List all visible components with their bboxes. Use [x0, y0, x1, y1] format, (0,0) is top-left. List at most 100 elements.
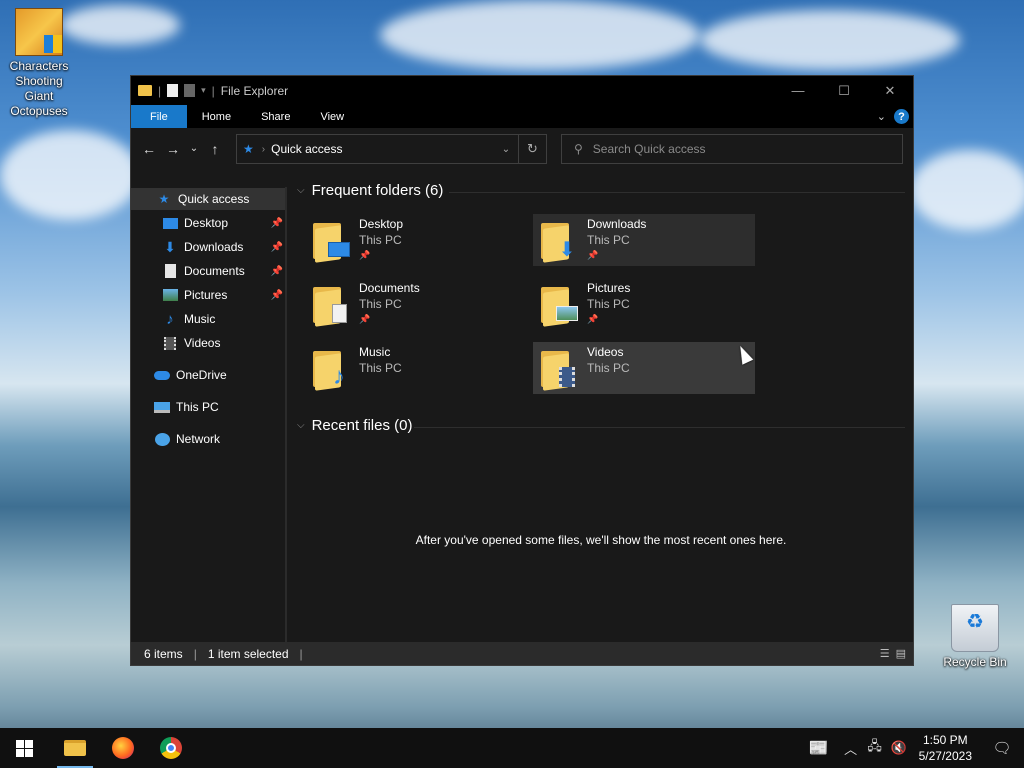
notifications-icon[interactable]: 🗨	[980, 739, 1024, 757]
recent-files-header[interactable]: ⌵ Recent files (0)	[297, 417, 412, 434]
expand-ribbon-icon[interactable]: ⌄	[877, 110, 886, 123]
properties-icon[interactable]	[167, 84, 179, 97]
sidebar-item-documents[interactable]: Documents 📌	[131, 260, 285, 282]
close-button[interactable]: ✕	[867, 76, 913, 105]
pin-icon[interactable]: 📌	[271, 242, 283, 253]
taskbar-firefox[interactable]	[99, 728, 147, 768]
sidebar-item-pictures[interactable]: Pictures 📌	[131, 284, 285, 306]
recent-locations-icon[interactable]: ⌄	[185, 143, 203, 154]
tab-share[interactable]: Share	[246, 105, 305, 128]
sidebar-item-onedrive[interactable]: OneDrive	[131, 364, 285, 386]
folder-icon	[541, 285, 579, 327]
frequent-folders-header[interactable]: ⌵ Frequent folders (6)	[297, 182, 443, 199]
folder-icon	[313, 221, 351, 263]
folder-tile-documents[interactable]: Documents This PC 📌	[305, 278, 527, 330]
refresh-icon[interactable]: ↻	[518, 135, 546, 163]
pin-icon[interactable]: 📌	[271, 290, 283, 301]
pin-icon[interactable]: 📌	[271, 218, 283, 229]
music-icon: ♪	[333, 363, 345, 390]
status-bar: 6 items | 1 item selected | ☰ ▤	[131, 642, 913, 665]
sidebar-item-downloads[interactable]: ⬇ Downloads 📌	[131, 236, 285, 258]
sidebar-item-quick-access[interactable]: ★ Quick access	[131, 188, 285, 210]
search-box[interactable]: ⚲	[561, 134, 903, 164]
sidebar-item-videos[interactable]: Videos	[131, 332, 285, 354]
clock[interactable]: 1:50 PM 5/27/2023	[911, 732, 980, 764]
document-icon	[327, 303, 351, 323]
sidebar-item-desktop[interactable]: Desktop 📌	[131, 212, 285, 234]
tab-home[interactable]: Home	[187, 105, 246, 128]
item-count: 6 items	[144, 646, 183, 661]
collapse-chevron-icon: ⌵	[297, 185, 305, 196]
sidebar-item-label: Music	[184, 312, 216, 326]
taskbar: 📰 ︿ 🖧 🔇 1:50 PM 5/27/2023 🗨	[0, 728, 1024, 768]
sidebar-item-music[interactable]: ♪ Music	[131, 308, 285, 330]
large-icons-view-icon[interactable]: ▤	[896, 647, 906, 660]
cloud	[700, 10, 960, 70]
sidebar-item-label: OneDrive	[176, 368, 227, 382]
help-icon[interactable]: ?	[894, 109, 909, 124]
cloud-icon	[154, 367, 170, 383]
folder-tile-videos[interactable]: Videos This PC	[533, 342, 755, 394]
news-icon[interactable]: 📰	[799, 738, 839, 758]
tab-view[interactable]: View	[305, 105, 359, 128]
up-button[interactable]: ↑	[203, 141, 227, 157]
sidebar-item-this-pc[interactable]: This PC	[131, 396, 285, 418]
pin-icon[interactable]: 📌	[271, 266, 283, 277]
forward-button[interactable]: →	[161, 141, 185, 157]
folder-location: This PC	[359, 297, 402, 311]
folder-name: Desktop	[359, 217, 404, 231]
separator: |	[193, 646, 197, 661]
address-dropdown-icon[interactable]: ⌄	[494, 144, 518, 155]
show-hidden-icons-chevron-icon[interactable]: ︿	[839, 739, 863, 758]
breadcrumb-chevron-icon: ›	[261, 143, 266, 155]
file-explorer-window: | ▾ | File Explorer — ☐ ✕ File Home Shar…	[130, 75, 914, 666]
section-divider	[414, 427, 905, 428]
back-button[interactable]: ←	[137, 141, 161, 157]
sidebar-item-network[interactable]: Network	[131, 428, 285, 450]
quick-access-toolbar: | ▾ |	[138, 84, 215, 98]
sidebar-item-label: Downloads	[184, 240, 244, 254]
taskbar-chrome[interactable]	[147, 728, 195, 768]
new-folder-icon[interactable]	[184, 84, 196, 97]
network-status-icon[interactable]: 🖧	[863, 737, 887, 759]
music-icon: ♪	[166, 310, 174, 328]
maximize-button[interactable]: ☐	[821, 76, 867, 105]
tab-file[interactable]: File	[131, 105, 187, 128]
selection-count: 1 item selected	[207, 646, 289, 661]
taskbar-file-explorer[interactable]	[51, 728, 99, 768]
recycle-bin-icon	[951, 604, 999, 652]
folder-tile-pictures[interactable]: Pictures This PC 📌	[533, 278, 755, 330]
video-icon	[162, 335, 178, 351]
system-tray: 📰 ︿ 🖧 🔇 1:50 PM 5/27/2023 🗨	[799, 728, 1024, 768]
desktop-shortcut-game[interactable]: Characters Shooting Giant Octopuses	[3, 8, 75, 119]
address-bar[interactable]: ★ › Quick access ⌄ ↻	[236, 134, 547, 164]
folder-name: Pictures	[587, 281, 631, 295]
star-icon: ★	[158, 192, 170, 206]
folder-tile-desktop[interactable]: Desktop This PC 📌	[305, 214, 527, 266]
sidebar-item-label: Desktop	[184, 216, 229, 230]
folder-tile-downloads[interactable]: ⬇ Downloads This PC 📌	[533, 214, 755, 266]
folder-tile-music[interactable]: ♪ Music This PC	[305, 342, 527, 394]
folder-name: Downloads	[587, 217, 647, 231]
sidebar-item-label: Pictures	[184, 288, 228, 302]
separator: |	[211, 83, 215, 98]
navigation-pane: ★ Quick access Desktop 📌 ⬇ Downloads 📌 D…	[131, 187, 287, 642]
volume-muted-icon[interactable]: 🔇	[887, 740, 911, 756]
start-button[interactable]	[0, 728, 48, 768]
game-icon	[15, 8, 63, 56]
download-icon: ⬇	[558, 238, 576, 261]
folder-icon	[313, 285, 351, 327]
customize-toolbar-icon[interactable]: ▾	[201, 85, 206, 96]
folder-icon	[541, 349, 579, 391]
breadcrumb-current[interactable]: Quick access	[271, 142, 342, 156]
recent-files-empty-message: After you've opened some files, we'll sh…	[415, 533, 787, 547]
picture-icon	[162, 287, 178, 303]
desktop-shortcut-recycle-bin[interactable]: Recycle Bin	[939, 604, 1011, 670]
minimize-button[interactable]: —	[775, 76, 821, 105]
title-bar[interactable]: | ▾ | File Explorer — ☐ ✕	[131, 76, 913, 105]
details-view-icon[interactable]: ☰	[880, 647, 890, 660]
folder-location: This PC	[359, 361, 402, 375]
collapse-chevron-icon: ⌵	[297, 420, 305, 431]
search-input[interactable]	[592, 142, 873, 156]
chrome-icon	[160, 737, 182, 759]
